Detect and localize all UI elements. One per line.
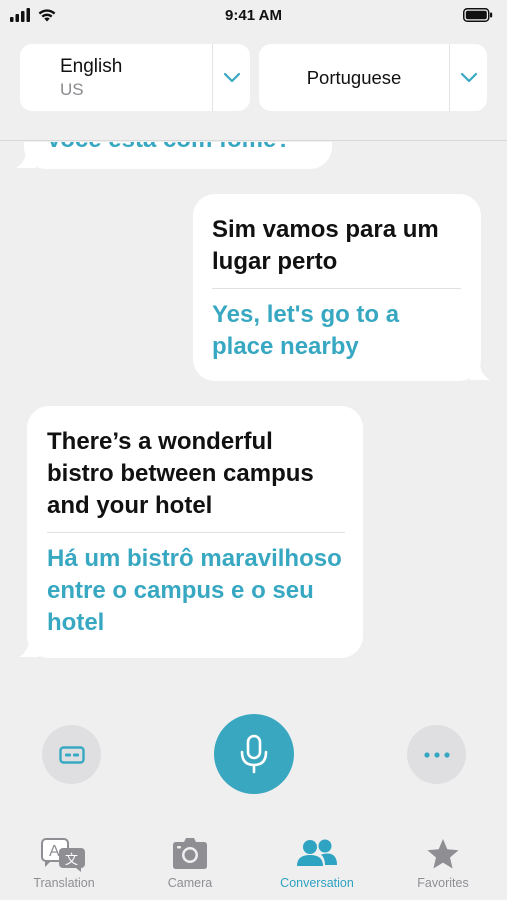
tab-label: Camera [167, 876, 213, 890]
tab-favorites[interactable]: Favorites [388, 838, 498, 890]
battery-icon [463, 8, 493, 22]
chevron-down-icon [460, 72, 477, 83]
microphone-icon [240, 734, 268, 774]
chevron-down-icon [223, 72, 240, 83]
tab-bar: A 文 Translation Camera Conversation Favo… [0, 838, 507, 900]
message-divider [212, 288, 461, 289]
message-original-text: There’s a wonderful bistro between campu… [47, 428, 314, 519]
subtitles-button[interactable] [42, 725, 101, 784]
subtitles-icon [58, 745, 85, 764]
tab-label: Conversation [280, 876, 354, 890]
bubble-tail [19, 639, 39, 657]
svg-text:文: 文 [65, 853, 78, 868]
bubble-tail [470, 362, 490, 380]
cellular-signal-icon [10, 8, 30, 22]
message-bubble-partial: Você está com fome? [24, 142, 332, 169]
language-selector-bar: English US Portuguese [0, 30, 507, 141]
tab-label: Translation [33, 876, 95, 890]
microphone-button[interactable] [214, 714, 294, 794]
target-language-dropdown[interactable] [449, 44, 487, 111]
message-bubble-left: There’s a wonderful bistro between campu… [27, 406, 363, 658]
target-language-text: Portuguese [259, 44, 449, 111]
status-left [10, 8, 56, 22]
status-bar: 9:41 AM [0, 0, 507, 30]
target-language-name: Portuguese [306, 66, 402, 88]
target-language-selector[interactable]: Portuguese [259, 44, 487, 111]
conversation-area[interactable]: Você está com fome? Sim vamos para um lu… [0, 142, 507, 702]
message-partial-translation: Você está com fome? [46, 142, 291, 156]
status-time: 9:41 AM [225, 6, 282, 24]
tab-translation[interactable]: A 文 Translation [9, 838, 119, 890]
message-translated-text: Yes, let's go to a place nearby [212, 301, 400, 360]
tab-camera[interactable]: Camera [135, 838, 245, 890]
star-icon [427, 839, 459, 869]
bubble-tail [16, 150, 36, 168]
source-language-region: US [60, 79, 84, 99]
source-language-text: English US [20, 44, 212, 111]
source-language-name: English [60, 55, 123, 77]
source-language-selector[interactable]: English US [20, 44, 250, 111]
tab-label: Favorites [417, 876, 469, 890]
message-original-text: Sim vamos para um lugar perto [212, 216, 439, 275]
wifi-icon [38, 9, 56, 22]
message-divider [47, 532, 345, 533]
message-translated-text: Há um bistrô maravilhoso entre o campus … [47, 545, 342, 636]
tab-conversation[interactable]: Conversation [262, 838, 372, 890]
more-options-button[interactable] [407, 725, 466, 784]
conversation-controls [0, 712, 507, 802]
svg-text:A: A [49, 843, 60, 860]
translation-icon: A 文 [41, 838, 85, 872]
camera-icon [173, 838, 207, 869]
more-icon [423, 751, 450, 758]
people-icon [297, 839, 337, 866]
source-language-dropdown[interactable] [212, 44, 250, 111]
message-bubble-right: Sim vamos para um lugar perto Yes, let's… [193, 194, 481, 381]
